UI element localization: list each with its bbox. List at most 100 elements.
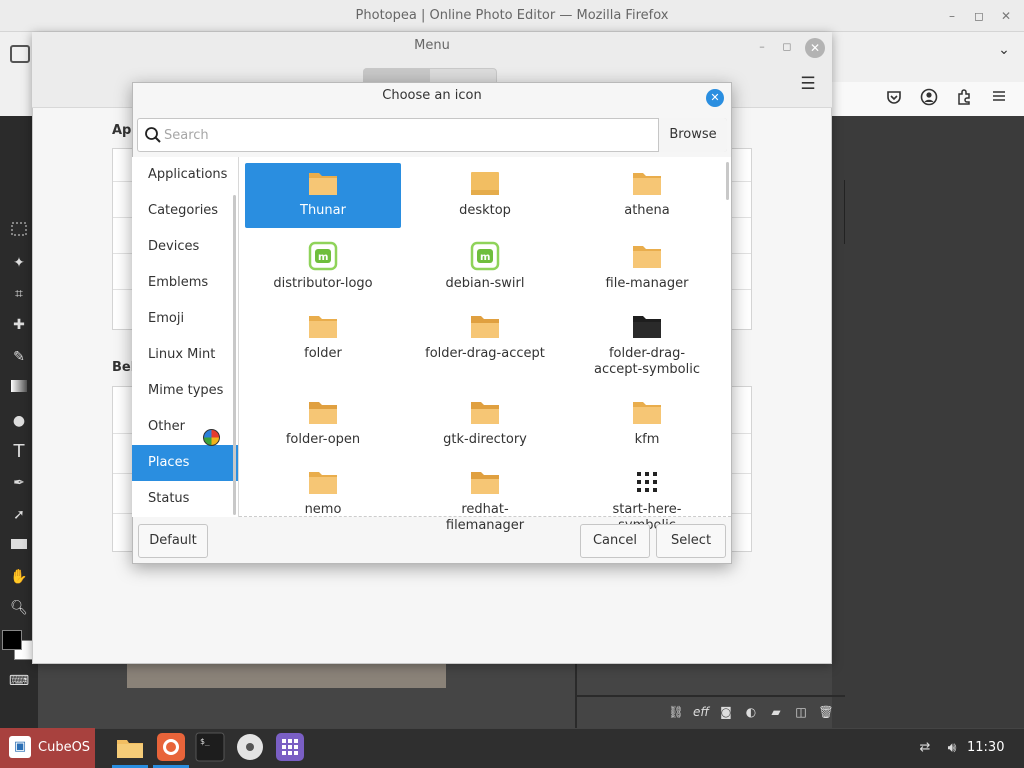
category-item[interactable]: Places — [132, 445, 238, 481]
icon-grid-scrollbar[interactable] — [726, 162, 729, 200]
icon-cell[interactable]: folder-drag-accept-symbolic — [569, 306, 725, 378]
category-item[interactable]: Mime types — [132, 373, 238, 409]
behavior-section-heading: Bel — [112, 360, 136, 375]
effects-icon[interactable]: eff — [692, 704, 710, 720]
category-item[interactable]: Linux Mint — [132, 337, 238, 373]
files-icon[interactable] — [115, 732, 145, 762]
folder-icon — [245, 306, 401, 340]
category-item[interactable]: Status — [132, 481, 238, 517]
photopea-right-panel — [832, 116, 1024, 728]
icon-label: nemo — [304, 502, 342, 517]
cancel-button[interactable]: Cancel — [580, 524, 650, 558]
folder-open-icon — [407, 462, 563, 496]
crop-tool-icon[interactable]: ⌗ — [8, 283, 30, 305]
category-item[interactable]: Other — [132, 409, 238, 445]
app-grid-dots-icon — [569, 462, 725, 496]
account-icon[interactable] — [918, 88, 940, 110]
menu-icon[interactable] — [988, 88, 1010, 110]
menu-hamburger-icon[interactable]: ☰ — [798, 74, 818, 94]
category-item[interactable]: Emblems — [132, 265, 238, 301]
firefox-icon[interactable] — [156, 732, 186, 762]
folder-icon — [569, 163, 725, 197]
volume-icon[interactable]: 🔊︎ — [941, 738, 963, 758]
network-icon[interactable]: ⇄ — [914, 738, 936, 758]
browse-button[interactable]: Browse — [658, 118, 727, 152]
icon-label: desktop — [459, 203, 511, 218]
icon-cell[interactable]: athena — [569, 163, 725, 219]
icon-cell[interactable]: file-manager — [569, 236, 725, 292]
foreground-color-swatch[interactable] — [2, 630, 22, 650]
pen-tool-icon[interactable]: ✒ — [8, 472, 30, 494]
path-select-tool-icon[interactable]: ➚ — [8, 504, 30, 526]
folder-icon — [407, 163, 563, 197]
menu-window-title: Menu — [414, 38, 450, 53]
icon-cell[interactable]: m debian-swirl — [407, 236, 563, 292]
category-item[interactable]: Categories — [132, 193, 238, 229]
icon-label: folder-open — [285, 432, 361, 447]
firefox-view-icon[interactable] — [10, 45, 30, 63]
icon-label: debian-swirl — [445, 276, 525, 291]
start-menu-label: CubeOS — [38, 740, 91, 755]
adjustment-layer-icon[interactable]: ◐ — [742, 704, 760, 720]
icon-label: gtk-directory — [443, 432, 527, 447]
icon-cell[interactable]: Thunar — [245, 163, 401, 228]
icon-cell[interactable]: folder-drag-accept — [407, 306, 563, 362]
category-item[interactable]: Devices — [132, 229, 238, 265]
menu-minimize-button[interactable]: – — [755, 40, 769, 54]
folder-open-icon — [245, 392, 401, 426]
blur-tool-icon[interactable]: ● — [8, 410, 30, 432]
marquee-tool-icon[interactable] — [8, 220, 30, 242]
delete-layer-icon[interactable]: 🗑︎ — [817, 704, 835, 720]
icon-cell[interactable]: redhat-filemanager — [407, 462, 563, 534]
icon-cell[interactable]: desktop — [407, 163, 563, 219]
menu-tab-active[interactable] — [363, 68, 430, 82]
firefox-close-button[interactable]: ✕ — [998, 8, 1014, 24]
healing-tool-icon[interactable]: ✚ — [8, 314, 30, 336]
select-button[interactable]: Select — [656, 524, 726, 558]
category-item[interactable]: Applications — [132, 157, 238, 193]
new-group-icon[interactable]: ▰ — [767, 704, 785, 720]
disc-icon[interactable] — [235, 732, 265, 762]
hand-tool-icon[interactable]: ✋ — [8, 566, 30, 588]
icon-cell[interactable]: folder-open — [245, 392, 401, 448]
new-layer-icon[interactable]: ◫ — [792, 704, 810, 720]
default-button[interactable]: Default — [138, 524, 208, 558]
zoom-tool-icon[interactable]: 🔍︎ — [8, 597, 30, 619]
taskbar — [0, 728, 1024, 768]
search-input[interactable] — [164, 121, 654, 149]
icon-cell[interactable]: kfm — [569, 392, 725, 448]
dialog-close-button[interactable]: ✕ — [706, 89, 724, 107]
category-scrollbar[interactable] — [233, 195, 236, 515]
canvas-image[interactable] — [127, 664, 446, 688]
icon-cell[interactable]: m distributor-logo — [245, 236, 401, 292]
link-layers-icon[interactable]: ⛓ — [667, 704, 685, 720]
firefox-minimize-button[interactable]: – — [944, 8, 960, 24]
icon-cell[interactable]: gtk-directory — [407, 392, 563, 448]
icon-cell[interactable]: folder — [245, 306, 401, 362]
linux-mint-logo-icon: m — [245, 236, 401, 271]
applications-section-heading: App — [112, 123, 141, 138]
folder-icon — [569, 236, 725, 270]
app-grid-icon[interactable] — [275, 732, 305, 762]
keyboard-icon[interactable]: ⌨ — [8, 670, 30, 692]
extensions-icon[interactable] — [953, 88, 975, 110]
list-all-tabs-chevron-icon[interactable]: ⌄ — [994, 42, 1014, 62]
pocket-icon[interactable] — [883, 88, 905, 110]
menu-maximize-button[interactable]: ◻ — [780, 40, 794, 54]
menu-close-button[interactable]: ✕ — [805, 38, 825, 58]
panel-divider — [844, 180, 845, 244]
brush-tool-icon[interactable]: ✎ — [8, 346, 30, 368]
type-tool-icon[interactable]: T — [8, 441, 30, 463]
firefox-maximize-button[interactable]: ◻ — [971, 8, 987, 24]
folder-icon — [245, 462, 401, 496]
icon-cell[interactable]: nemo — [245, 462, 401, 518]
magic-wand-tool-icon[interactable]: ✦ — [8, 252, 30, 274]
dialog-title: Choose an icon — [382, 88, 482, 103]
icon-label: kfm — [634, 432, 660, 447]
gradient-tool-icon[interactable] — [8, 378, 30, 400]
clock[interactable]: 11:30 — [967, 738, 1017, 758]
layer-mask-icon[interactable]: ◙ — [717, 704, 735, 720]
category-item[interactable]: Emoji — [132, 301, 238, 337]
terminal-icon[interactable]: $_ — [195, 732, 225, 762]
shape-tool-icon[interactable] — [8, 535, 30, 557]
